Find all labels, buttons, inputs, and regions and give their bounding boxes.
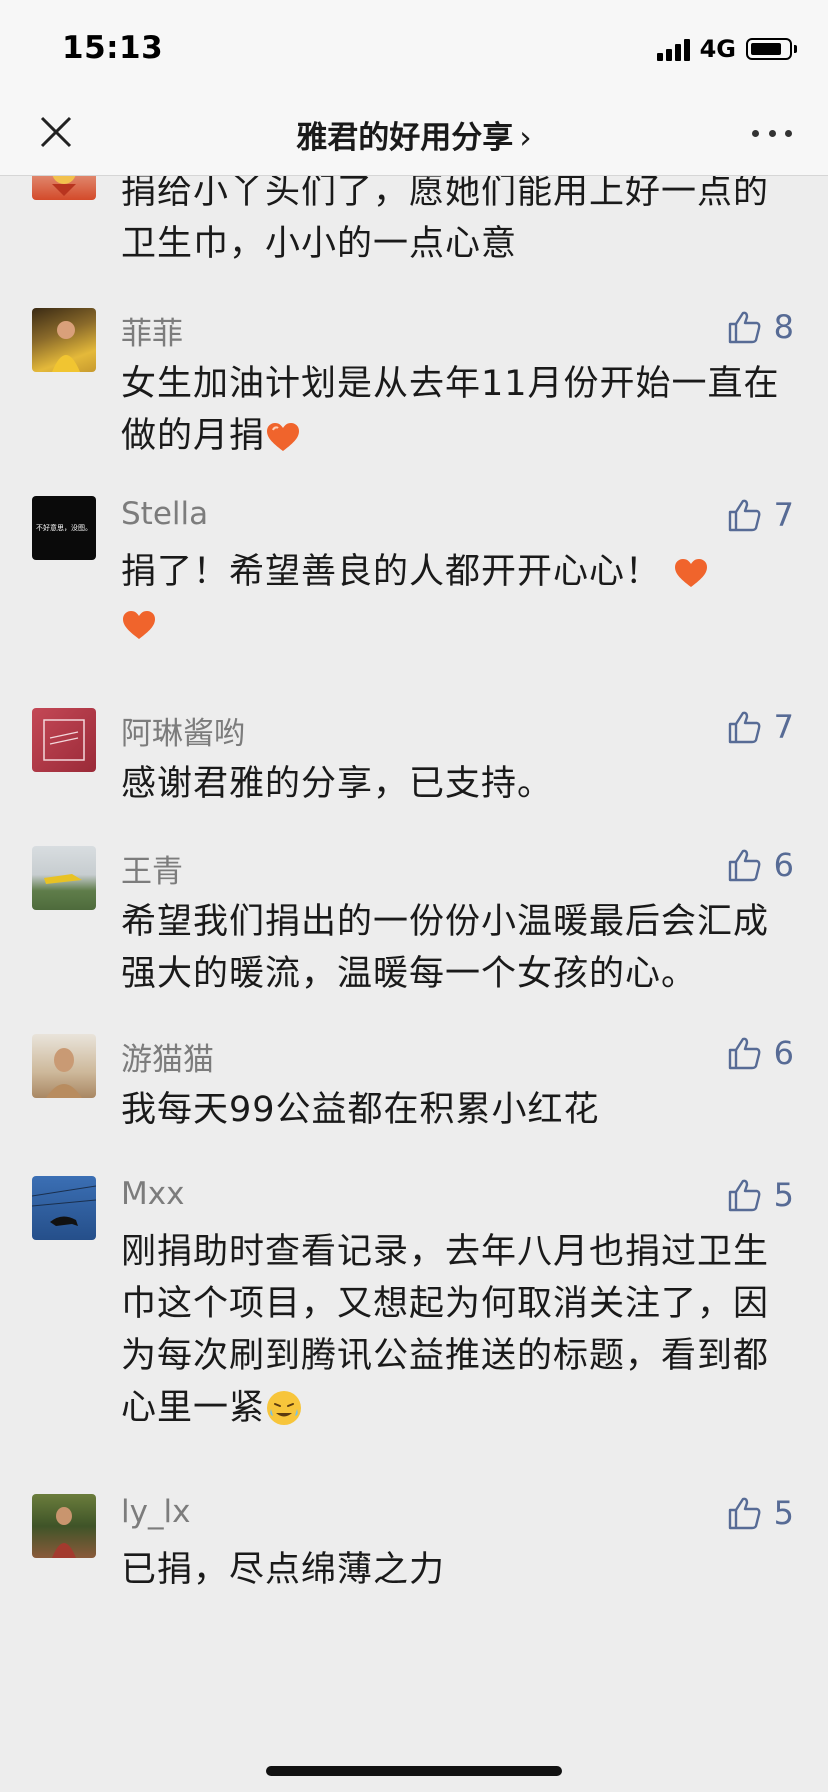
- heart-icon: [267, 423, 300, 451]
- like-button[interactable]: 7: [726, 708, 794, 746]
- signal-icon: [656, 37, 690, 61]
- status-bar: 15:13 4G: [0, 0, 828, 90]
- like-button[interactable]: 7: [726, 496, 794, 534]
- like-count: 5: [773, 1494, 794, 1532]
- status-indicators: 4G: [656, 34, 797, 64]
- more-button[interactable]: [752, 120, 792, 146]
- thumbs-up-icon: [728, 311, 761, 344]
- network-type: 4G: [699, 35, 736, 63]
- nav-bar: 雅君的好用分享 ›: [0, 90, 828, 176]
- like-count: 5: [773, 1176, 794, 1214]
- avatar[interactable]: [32, 1034, 96, 1098]
- comment-author[interactable]: 王青: [121, 846, 183, 891]
- thumbs-up-icon: [728, 849, 761, 882]
- like-button[interactable]: 8: [726, 308, 794, 346]
- comment-text: 希望我们捐出的一份份小温暖最后会汇成强大的暖流，温暖每一个女孩的心。: [121, 902, 770, 994]
- comment-text: 已捐，尽点绵薄之力: [121, 1550, 446, 1590]
- avatar-text: 不好意思，没图。: [36, 524, 92, 532]
- comment-text: 捐给小丫头们了，愿她们能用上好一点的卫生巾，小小的一点心意: [121, 176, 770, 264]
- comment-list[interactable]: 捐给小丫头们了，愿她们能用上好一点的卫生巾，小小的一点心意 菲菲 8 女生加油计…: [0, 176, 828, 1792]
- avatar[interactable]: [32, 308, 96, 372]
- comment-author[interactable]: Stella: [121, 496, 208, 532]
- heart-icon: [675, 559, 708, 587]
- thumbs-up-icon: [728, 711, 761, 744]
- comment-author[interactable]: 游猫猫: [121, 1034, 214, 1079]
- comment-author[interactable]: 菲菲: [121, 308, 183, 353]
- heart-icon: [123, 611, 155, 639]
- comment-text: 我每天99公益都在积累小红花: [121, 1090, 600, 1130]
- crying-laughing-emoji-icon: [267, 1391, 302, 1425]
- comment-author[interactable]: 阿琳酱哟: [121, 708, 245, 753]
- like-count: 8: [773, 308, 794, 346]
- page-title: 雅君的好用分享: [296, 120, 514, 156]
- comment-text: 感谢君雅的分享，已支持。: [121, 764, 554, 804]
- thumbs-up-icon: [728, 499, 761, 532]
- avatar[interactable]: [32, 1176, 96, 1240]
- comment-text: 刚捐助时查看记录，去年八月也捐过卫生巾这个项目，又想起为何取消关注了，因为每次刷…: [121, 1232, 770, 1428]
- chevron-right-icon: ›: [519, 120, 532, 156]
- thumbs-up-icon: [728, 1497, 761, 1530]
- avatar[interactable]: [32, 846, 96, 910]
- avatar[interactable]: [32, 176, 96, 200]
- like-count: 6: [773, 846, 794, 884]
- battery-icon: [746, 38, 797, 60]
- home-indicator[interactable]: [266, 1766, 562, 1776]
- like-button[interactable]: 5: [726, 1494, 794, 1532]
- avatar[interactable]: [32, 708, 96, 772]
- like-button[interactable]: 6: [726, 1034, 794, 1072]
- like-count: 6: [773, 1034, 794, 1072]
- like-button[interactable]: 5: [726, 1176, 794, 1214]
- comment-text: 捐了！希望善良的人都开开心心！: [121, 546, 801, 650]
- comment-text: 女生加油计划是从去年11月份开始一直在做的月捐: [121, 364, 780, 456]
- avatar[interactable]: 不好意思，没图。: [32, 496, 96, 560]
- like-button[interactable]: 6: [726, 846, 794, 884]
- like-count: 7: [773, 708, 794, 746]
- like-count: 7: [773, 496, 794, 534]
- more-icon: [752, 129, 759, 137]
- status-time: 15:13: [62, 30, 164, 66]
- thumbs-up-icon: [728, 1037, 761, 1070]
- page-title-link[interactable]: 雅君的好用分享 ›: [0, 112, 828, 157]
- comment-author[interactable]: ly_lx: [121, 1494, 190, 1530]
- thumbs-up-icon: [728, 1179, 761, 1212]
- comment-author[interactable]: Mxx: [121, 1176, 184, 1212]
- avatar[interactable]: [32, 1494, 96, 1558]
